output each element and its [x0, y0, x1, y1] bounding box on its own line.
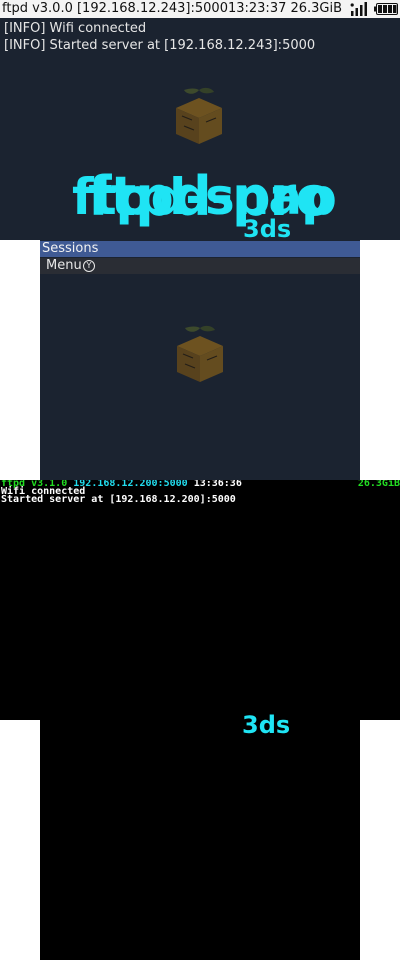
status-text: ftpd v3.0.0 [192.168.12.243]:500013:23:3…	[2, 1, 343, 16]
battery-icon	[374, 3, 398, 15]
ftpd-snap-bottom-screen	[40, 720, 360, 960]
wifi-signal-icon	[350, 2, 367, 16]
log-line: Started server at [192.168.12.200]:5000	[1, 494, 236, 505]
menu-label: Menu	[46, 258, 82, 273]
box-watermark-icon	[176, 87, 222, 144]
ftpd-pro-bottom-screen: Sessions Menu Y	[40, 240, 360, 480]
ftpd-snap-logo-title: ftpd-snap	[72, 168, 337, 226]
storage-free: 26.3GiB	[357, 480, 400, 489]
ftpd-snap-logo-subtitle: 3ds	[242, 711, 291, 739]
box-watermark-icon	[177, 325, 223, 382]
server-address: 192.168.12.200:5000	[73, 480, 188, 489]
log-line: [INFO] Started server at [192.168.12.243…	[4, 38, 316, 53]
menu-bar: Menu Y	[40, 258, 360, 274]
ftpd-snap-top-screen: ftpd v3.1.0 192.168.12.200:5000 13:36:36…	[0, 480, 400, 720]
status-bar: ftpd v3.0.0 [192.168.12.243]:500013:23:3…	[0, 0, 400, 18]
log-line: [INFO] Wifi connected	[4, 21, 147, 36]
y-button-icon: Y	[83, 260, 95, 272]
clock: 13:36:36	[193, 480, 242, 489]
sessions-header: Sessions	[40, 241, 360, 257]
menu-button[interactable]: Menu	[46, 258, 82, 274]
sessions-title: Sessions	[42, 241, 99, 256]
